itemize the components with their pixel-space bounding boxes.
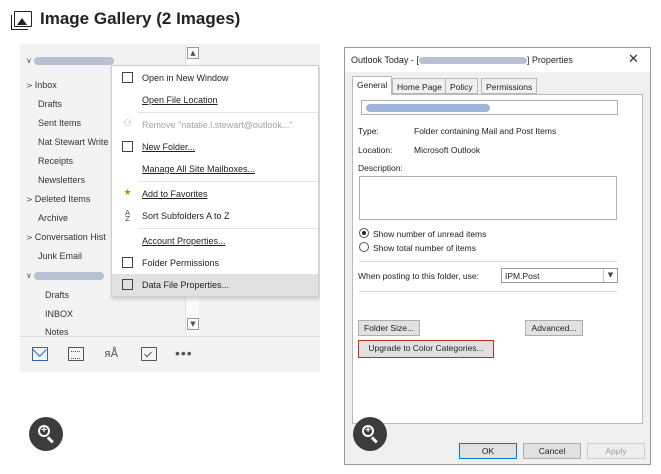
- new-folder-icon: [122, 141, 133, 152]
- calendar-icon[interactable]: [68, 347, 84, 361]
- type-value: Folder containing Mail and Post Items: [414, 126, 557, 136]
- folder-item[interactable]: Drafts: [45, 290, 69, 300]
- folder-item[interactable]: Drafts: [38, 99, 62, 109]
- folder-item[interactable]: > Inbox: [26, 80, 57, 90]
- posting-label: When posting to this folder, use:: [358, 271, 479, 281]
- menu-open-new-window[interactable]: Open in New Window: [112, 67, 318, 89]
- upgrade-color-categories-button[interactable]: Upgrade to Color Categories...: [358, 340, 494, 358]
- tab-general[interactable]: General: [352, 76, 393, 95]
- general-tab-panel: Type: Folder containing Mail and Post It…: [352, 94, 643, 424]
- location-value: Microsoft Outlook: [414, 145, 481, 155]
- navigation-bar: яÅ •••: [20, 336, 320, 372]
- dialog-title: Outlook Today - [] Properties: [351, 55, 573, 65]
- zoom-image-1-button[interactable]: [29, 417, 63, 451]
- tasks-icon[interactable]: [141, 347, 157, 361]
- folder-item[interactable]: Sent Items: [38, 118, 81, 128]
- tab-policy[interactable]: Policy: [445, 78, 478, 94]
- favorites-star-icon: ★: [123, 188, 132, 198]
- folder-item[interactable]: Newsletters: [38, 175, 85, 185]
- menu-folder-permissions[interactable]: Folder Permissions: [112, 252, 318, 274]
- separator: [359, 261, 617, 262]
- menu-separator: [138, 112, 318, 113]
- sort-az-icon: AZ: [125, 209, 130, 223]
- posting-form-select[interactable]: IPM.Post ▼: [501, 268, 618, 283]
- radio-button[interactable]: [359, 242, 369, 252]
- people-icon[interactable]: яÅ: [104, 347, 120, 361]
- folder-item[interactable]: Nat Stewart Write: [38, 137, 108, 147]
- remove-account-icon: ⚇: [123, 119, 132, 129]
- folder-permissions-icon: [122, 257, 133, 268]
- menu-separator: [138, 228, 318, 229]
- cancel-button[interactable]: Cancel: [523, 443, 581, 459]
- gallery-image-1[interactable]: ∨ > Inbox Drafts Sent Items Nat Stewart W…: [20, 44, 320, 372]
- chevron-down-icon[interactable]: ▼: [603, 269, 617, 282]
- scroll-up-icon[interactable]: ▲: [187, 47, 199, 59]
- more-icon[interactable]: •••: [175, 346, 197, 361]
- folder-name-field[interactable]: [361, 100, 618, 115]
- new-window-icon: [122, 72, 133, 83]
- folder-item[interactable]: Archive: [38, 213, 68, 223]
- menu-open-file-location[interactable]: Open File Location: [112, 89, 318, 111]
- image-gallery-icon: [11, 11, 32, 30]
- ok-button[interactable]: OK: [459, 443, 517, 459]
- description-label: Description:: [358, 163, 403, 173]
- context-menu: Open in New Window Open File Location ⚇ …: [111, 65, 319, 297]
- folder-size-button[interactable]: Folder Size...: [358, 320, 420, 336]
- separator: [359, 291, 617, 292]
- account-header[interactable]: ∨: [26, 55, 114, 65]
- menu-separator: [138, 181, 318, 182]
- apply-button: Apply: [587, 443, 645, 459]
- dialog-titlebar: Outlook Today - [] Properties ✕: [345, 48, 650, 72]
- menu-add-to-favorites[interactable]: ★ Add to Favorites: [112, 183, 318, 205]
- scroll-down-icon[interactable]: ▼: [187, 318, 199, 330]
- menu-manage-site-mailboxes[interactable]: Manage All Site Mailboxes...: [112, 158, 318, 180]
- account-header[interactable]: ∨: [26, 270, 104, 280]
- location-label: Location:: [358, 145, 393, 155]
- radio-button-checked[interactable]: [359, 228, 369, 238]
- menu-sort-subfolders[interactable]: AZ Sort Subfolders A to Z: [112, 205, 318, 227]
- menu-new-folder[interactable]: New Folder...: [112, 136, 318, 158]
- gallery-image-2[interactable]: Outlook Today - [] Properties ✕ General …: [344, 47, 651, 465]
- tab-home-page[interactable]: Home Page: [392, 78, 447, 94]
- menu-remove-account: ⚇ Remove "natalie.l.stewart@outlook...": [123, 119, 293, 130]
- gallery-title: Image Gallery (2 Images): [40, 9, 241, 28]
- mail-icon[interactable]: [32, 347, 48, 361]
- description-textarea[interactable]: [359, 176, 617, 220]
- folder-item[interactable]: Receipts: [38, 156, 73, 166]
- folder-item[interactable]: > Deleted Items: [26, 194, 90, 204]
- advanced-button[interactable]: Advanced...: [525, 320, 583, 336]
- zoom-image-2-button[interactable]: [353, 417, 387, 451]
- type-label: Type:: [358, 126, 379, 136]
- folder-item[interactable]: INBOX: [45, 309, 73, 319]
- menu-data-file-properties[interactable]: Data File Properties...: [112, 274, 318, 296]
- folder-item[interactable]: Junk Email: [38, 251, 82, 261]
- folder-item[interactable]: > Conversation Hist: [26, 232, 106, 242]
- tab-permissions[interactable]: Permissions: [481, 78, 538, 94]
- close-icon[interactable]: ✕: [628, 52, 639, 67]
- menu-account-properties[interactable]: Account Properties...: [112, 230, 318, 252]
- gallery-header: Image Gallery (2 Images): [11, 8, 241, 30]
- data-file-icon: [122, 279, 133, 290]
